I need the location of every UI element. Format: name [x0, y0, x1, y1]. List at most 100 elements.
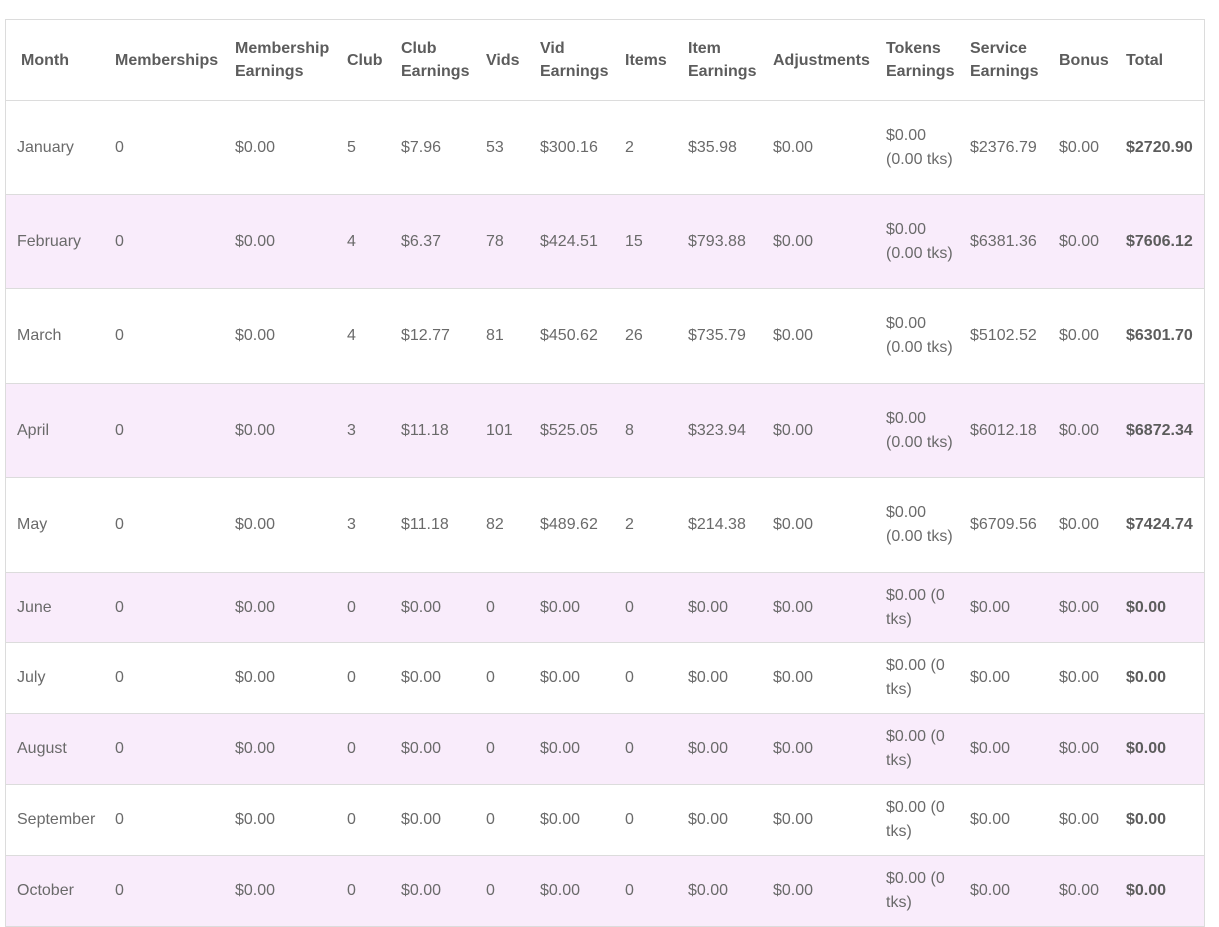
table-row: August 0 $0.00 0 $0.00 0 $0.00 0 $0.00 $0.00 $0.00… [6, 713, 1204, 785]
vids-cell: 0 [476, 855, 530, 927]
table-row: March 0 $0.00 4 $12.77 81 $450.62 26 $735.79 $0.0… [6, 288, 1204, 384]
club-cell: 0 [337, 572, 391, 643]
club-cell: 0 [337, 855, 391, 927]
month-cell: July [6, 642, 105, 714]
tokens-earnings-cell: $0.00 (0.00 tks) [876, 288, 960, 384]
column-header-month[interactable]: Month [6, 20, 105, 101]
column-header-item-earnings[interactable]: Item Earnings [678, 20, 763, 101]
vid-earnings-cell: $525.05 [530, 383, 615, 478]
adjustments-cell: $0.00 [763, 194, 876, 289]
table-row: April 0 $0.00 3 $11.18 101 $525.05 8 $323.94 $0.0… [6, 383, 1204, 478]
memberships-cell: 0 [105, 383, 225, 478]
club-cell: 3 [337, 477, 391, 573]
items-cell: 15 [615, 194, 678, 289]
memberships-cell: 0 [105, 855, 225, 927]
item-earnings-cell: $0.00 [678, 642, 763, 714]
month-cell: October [6, 855, 105, 927]
tokens-earnings-cell: $0.00 (0 tks) [876, 784, 960, 856]
adjustments-cell: $0.00 [763, 642, 876, 714]
tokens-earnings-cell: $0.00 (0 tks) [876, 713, 960, 785]
club-earnings-cell: $0.00 [391, 572, 476, 643]
column-header-total[interactable]: Total [1116, 20, 1204, 101]
tokens-earnings-cell: $0.00 (0.00 tks) [876, 477, 960, 573]
vids-cell: 0 [476, 784, 530, 856]
column-header-bonus[interactable]: Bonus [1049, 20, 1116, 101]
items-cell: 8 [615, 383, 678, 478]
service-earnings-cell: $0.00 [960, 572, 1049, 643]
club-earnings-cell: $0.00 [391, 855, 476, 927]
items-cell: 0 [615, 572, 678, 643]
club-cell: 3 [337, 383, 391, 478]
column-header-club-earnings[interactable]: Club Earnings [391, 20, 476, 101]
bonus-cell: $0.00 [1049, 572, 1116, 643]
service-earnings-cell: $5102.52 [960, 288, 1049, 384]
service-earnings-cell: $6381.36 [960, 194, 1049, 289]
total-cell: $7424.74 [1116, 477, 1204, 573]
column-header-membership-earnings[interactable]: Membership Earnings [225, 20, 337, 101]
memberships-cell: 0 [105, 288, 225, 384]
memberships-cell: 0 [105, 100, 225, 195]
table-body: January 0 $0.00 5 $7.96 53 $300.16 2 $35.98 $0.00… [6, 100, 1204, 927]
club-cell: 0 [337, 642, 391, 714]
month-cell: June [6, 572, 105, 643]
club-cell: 5 [337, 100, 391, 195]
membership-earnings-cell: $0.00 [225, 288, 337, 384]
table-row: February 0 $0.00 4 $6.37 78 $424.51 15 $793.88 $0… [6, 194, 1204, 289]
vids-cell: 0 [476, 642, 530, 714]
column-header-service-earnings[interactable]: Service Earnings [960, 20, 1049, 101]
table-row: July 0 $0.00 0 $0.00 0 $0.00 0 $0.00 $0.00 $0.00 (… [6, 642, 1204, 714]
club-earnings-cell: $11.18 [391, 383, 476, 478]
items-cell: 0 [615, 713, 678, 785]
item-earnings-cell: $793.88 [678, 194, 763, 289]
total-cell: $2720.90 [1116, 100, 1204, 195]
vids-cell: 53 [476, 100, 530, 195]
memberships-cell: 0 [105, 194, 225, 289]
adjustments-cell: $0.00 [763, 572, 876, 643]
month-cell: May [6, 477, 105, 573]
item-earnings-cell: $0.00 [678, 784, 763, 856]
earnings-table-container: Month Memberships Membership Earnings Cl… [5, 19, 1205, 927]
column-header-items[interactable]: Items [615, 20, 678, 101]
column-header-vids[interactable]: Vids [476, 20, 530, 101]
vid-earnings-cell: $0.00 [530, 784, 615, 856]
bonus-cell: $0.00 [1049, 288, 1116, 384]
item-earnings-cell: $214.38 [678, 477, 763, 573]
membership-earnings-cell: $0.00 [225, 477, 337, 573]
column-header-vid-earnings[interactable]: Vid Earnings [530, 20, 615, 101]
membership-earnings-cell: $0.00 [225, 642, 337, 714]
memberships-cell: 0 [105, 713, 225, 785]
earnings-table: Month Memberships Membership Earnings Cl… [6, 20, 1204, 927]
tokens-earnings-cell: $0.00 (0.00 tks) [876, 383, 960, 478]
membership-earnings-cell: $0.00 [225, 855, 337, 927]
items-cell: 2 [615, 100, 678, 195]
club-earnings-cell: $7.96 [391, 100, 476, 195]
service-earnings-cell: $6709.56 [960, 477, 1049, 573]
adjustments-cell: $0.00 [763, 100, 876, 195]
service-earnings-cell: $0.00 [960, 713, 1049, 785]
column-header-club[interactable]: Club [337, 20, 391, 101]
club-earnings-cell: $0.00 [391, 784, 476, 856]
vid-earnings-cell: $0.00 [530, 572, 615, 643]
column-header-memberships[interactable]: Memberships [105, 20, 225, 101]
vids-cell: 101 [476, 383, 530, 478]
tokens-earnings-cell: $0.00 (0 tks) [876, 642, 960, 714]
item-earnings-cell: $735.79 [678, 288, 763, 384]
table-row: May 0 $0.00 3 $11.18 82 $489.62 2 $214.38 $0.00 $0… [6, 477, 1204, 573]
membership-earnings-cell: $0.00 [225, 100, 337, 195]
club-earnings-cell: $6.37 [391, 194, 476, 289]
membership-earnings-cell: $0.00 [225, 194, 337, 289]
tokens-earnings-cell: $0.00 (0.00 tks) [876, 100, 960, 195]
column-header-adjustments[interactable]: Adjustments [763, 20, 876, 101]
total-cell: $6872.34 [1116, 383, 1204, 478]
membership-earnings-cell: $0.00 [225, 713, 337, 785]
header-row: Month Memberships Membership Earnings Cl… [6, 20, 1204, 101]
bonus-cell: $0.00 [1049, 642, 1116, 714]
bonus-cell: $0.00 [1049, 383, 1116, 478]
bonus-cell: $0.00 [1049, 855, 1116, 927]
vids-cell: 0 [476, 572, 530, 643]
tokens-earnings-cell: $0.00 (0.00 tks) [876, 194, 960, 289]
column-header-tokens-earnings[interactable]: Tokens Earnings [876, 20, 960, 101]
vid-earnings-cell: $424.51 [530, 194, 615, 289]
club-earnings-cell: $12.77 [391, 288, 476, 384]
month-cell: February [6, 194, 105, 289]
